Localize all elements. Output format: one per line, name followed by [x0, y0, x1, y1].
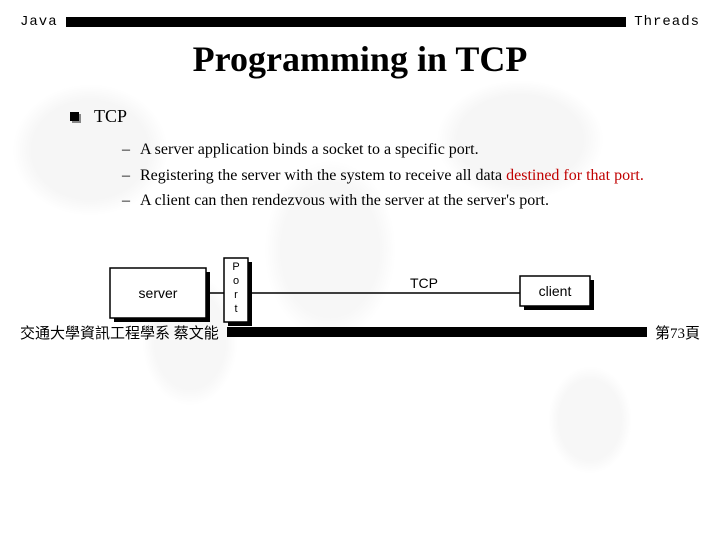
port-label-o: o — [233, 275, 239, 287]
port-label-p: P — [232, 261, 239, 273]
bullet-item: TCP A server application binds a socket … — [70, 106, 720, 212]
sub-bullet-item: A server application binds a socket to a… — [118, 139, 708, 161]
sub-bullet-text: A server application binds a socket to a… — [140, 141, 479, 158]
footer-divider — [227, 327, 647, 337]
header-divider — [66, 17, 627, 27]
bullet-list: TCP A server application binds a socket … — [70, 106, 720, 212]
bullet-label: TCP — [94, 106, 127, 126]
sub-bullet-item: Registering the server with the system t… — [118, 165, 708, 187]
page-title: Programming in TCP — [0, 38, 720, 80]
sub-bullet-item: A client can then rendezvous with the se… — [118, 190, 708, 212]
server-label: server — [139, 285, 178, 301]
footer-right: 第73頁 — [655, 322, 700, 343]
footer-row: 交通大學資訊工程學系 蔡文能 第73頁 — [0, 322, 720, 343]
port-label-t: t — [234, 303, 237, 315]
sub-bullet-text: Registering the server with the system t… — [140, 167, 506, 184]
port-label-r: r — [234, 289, 238, 301]
slide: Java Threads Programming in TCP TCP A se… — [0, 0, 720, 353]
header-row: Java Threads — [0, 0, 720, 30]
sub-bullet-list: A server application binds a socket to a… — [118, 139, 720, 212]
sub-bullet-text: A client can then rendezvous with the se… — [140, 192, 549, 209]
tcp-label: TCP — [410, 275, 438, 291]
sub-bullet-emphasis: destined for that port. — [506, 167, 644, 184]
header-right: Threads — [634, 14, 700, 30]
footer-left: 交通大學資訊工程學系 蔡文能 — [20, 322, 219, 343]
client-label: client — [539, 283, 572, 299]
header-left: Java — [20, 14, 58, 30]
bullet-square-icon — [70, 112, 79, 121]
